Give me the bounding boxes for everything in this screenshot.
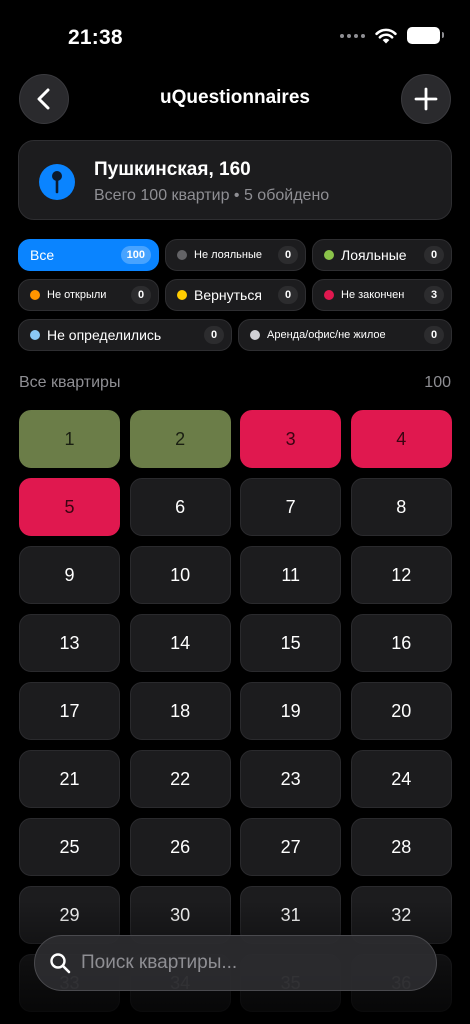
apartment-cell[interactable]: 12 (350, 546, 452, 604)
filter-chip-count: 0 (424, 326, 444, 344)
filter-chip-label: Все (30, 247, 55, 263)
filter-chip-label: Не лояльные (194, 249, 262, 261)
filter-chips: Все 100 Не лояльные 0 Лояльные 0 Не откр… (18, 239, 452, 359)
filter-chip-count: 3 (424, 286, 444, 304)
filter-chip-label: Вернуться (194, 287, 262, 303)
filter-chip-not-opened[interactable]: Не открыли 0 (18, 279, 159, 311)
filter-chip-undecided[interactable]: Не определились 0 (18, 319, 232, 351)
status-dot (324, 250, 334, 260)
apartment-cell[interactable]: 3 (240, 410, 342, 468)
status-dot (30, 330, 40, 340)
nav-bar: uQuestionnaires (0, 74, 470, 126)
search-icon (50, 953, 71, 974)
filter-chip-unfinished[interactable]: Не закончен 3 (312, 279, 452, 311)
filter-chip-count: 0 (424, 246, 444, 264)
filter-chip-return[interactable]: Вернуться 0 (165, 279, 306, 311)
apartment-cell[interactable]: 22 (129, 750, 231, 808)
filter-chip-loyal[interactable]: Лояльные 0 (312, 239, 452, 271)
apartment-cell[interactable]: 6 (129, 478, 231, 536)
filter-chip-label: Не определились (47, 327, 162, 343)
apartment-cell[interactable]: 23 (240, 750, 342, 808)
apartment-cell[interactable]: 19 (240, 682, 342, 740)
apartment-cell[interactable]: 27 (240, 818, 342, 876)
filter-chip-label: Аренда/офис/не жилое (267, 329, 386, 341)
apartment-cell[interactable]: 11 (240, 546, 342, 604)
wifi-icon (375, 28, 397, 44)
status-dot (177, 250, 187, 260)
status-dot (324, 290, 334, 300)
map-pin-icon (39, 164, 75, 200)
filter-row: Не открыли 0 Вернуться 0 Не закончен 3 (18, 279, 452, 311)
search-input[interactable] (81, 952, 411, 974)
filter-chip-count: 100 (120, 246, 151, 264)
apartments-grid: 1 2 3 4 5 6 7 8 9 10 11 12 13 14 15 16 17 18 19 20 21 22 23 24 2… (19, 410, 452, 1012)
plus-icon (414, 87, 438, 111)
status-dot (250, 330, 260, 340)
apartment-cell[interactable]: 28 (350, 818, 452, 876)
filter-chip-label: Не открыли (47, 289, 107, 301)
address-subtitle: Всего 100 квартир • 5 обойдено (94, 187, 330, 204)
cellular-signal-icon (340, 33, 365, 38)
status-bar: 21:38 (0, 0, 470, 60)
filter-row: Не определились 0 Аренда/офис/не жилое 0 (18, 319, 452, 351)
apartment-cell[interactable]: 15 (240, 614, 342, 672)
apartment-cell[interactable]: 17 (19, 682, 120, 740)
apartment-cell[interactable]: 2 (129, 410, 231, 468)
filter-chip-count: 0 (204, 326, 224, 344)
status-dot (30, 290, 40, 300)
section-count: 100 (424, 374, 451, 391)
status-icons (340, 27, 444, 44)
address-title: Пушкинская, 160 (94, 159, 251, 180)
apartment-cell[interactable]: 14 (129, 614, 231, 672)
status-dot (177, 290, 187, 300)
apartment-cell[interactable]: 10 (129, 546, 231, 604)
apartment-cell[interactable]: 26 (129, 818, 231, 876)
apartment-cell[interactable]: 21 (19, 750, 120, 808)
apartment-cell[interactable]: 8 (350, 478, 452, 536)
battery-icon (407, 27, 444, 44)
page-title: uQuestionnaires (160, 87, 310, 108)
apartment-cell[interactable]: 25 (19, 818, 120, 876)
filter-chip-all[interactable]: Все 100 (18, 239, 159, 271)
apartment-cell[interactable]: 9 (19, 546, 120, 604)
section-header: Все квартиры 100 (19, 374, 451, 392)
apartment-cell[interactable]: 5 (19, 478, 120, 536)
apartment-cell[interactable]: 4 (350, 410, 452, 468)
filter-row: Все 100 Не лояльные 0 Лояльные 0 (18, 239, 452, 271)
filter-chip-rent-office[interactable]: Аренда/офис/не жилое 0 (238, 319, 452, 351)
apartment-cell[interactable]: 13 (19, 614, 120, 672)
filter-chip-count: 0 (131, 286, 151, 304)
section-title: Все квартиры (19, 374, 121, 391)
filter-chip-count: 0 (278, 286, 298, 304)
apartment-cell[interactable]: 24 (350, 750, 452, 808)
apartment-cell[interactable]: 7 (240, 478, 342, 536)
apartment-cell[interactable]: 1 (19, 410, 120, 468)
address-card[interactable]: Пушкинская, 160 Всего 100 квартир • 5 об… (18, 140, 452, 220)
filter-chip-label: Не закончен (341, 289, 405, 301)
apartment-cell[interactable]: 16 (350, 614, 452, 672)
filter-chip-not-loyal[interactable]: Не лояльные 0 (165, 239, 306, 271)
add-button[interactable] (401, 74, 451, 124)
apartment-cell[interactable]: 18 (129, 682, 231, 740)
filter-chip-count: 0 (278, 246, 298, 264)
search-bar[interactable] (34, 935, 437, 991)
apartment-cell[interactable]: 20 (350, 682, 452, 740)
filter-chip-label: Лояльные (341, 247, 407, 263)
status-time: 21:38 (68, 26, 123, 49)
